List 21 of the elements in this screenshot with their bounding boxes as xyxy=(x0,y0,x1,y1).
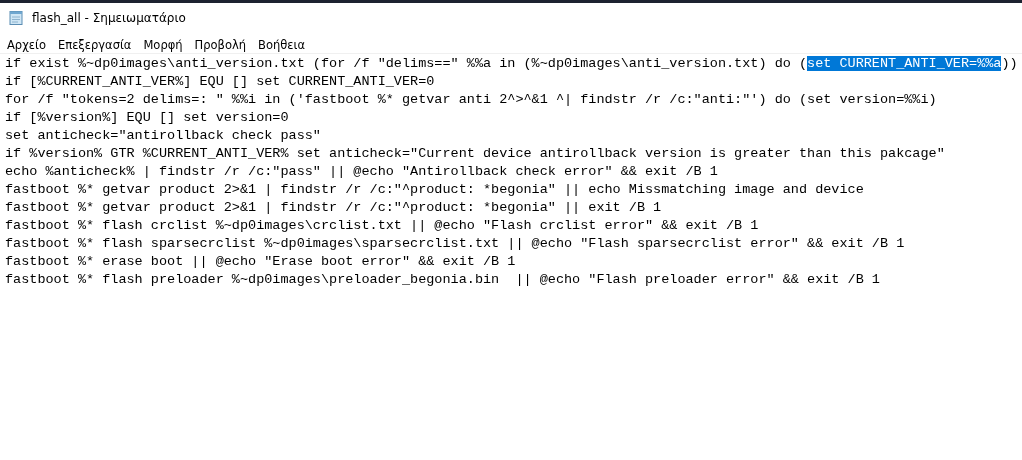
menu-item[interactable]: Μορφή xyxy=(143,36,183,53)
code-line: if [%CURRENT_ANTI_VER%] EQU [] set CURRENT_ANTI_VER=0 xyxy=(5,73,436,91)
code-line: fastboot %* flash preloader %~dp0images\preloader_begonia.bin || @echo "Flash preloader error" && exit /B 1 xyxy=(5,271,881,289)
selected-text: set CURRENT_ANTI_VER=%%a xyxy=(807,56,1002,71)
code-line: echo %anticheck% | findstr /r /c:"pass" || @echo "Antirollback check error" && exit /B 1 xyxy=(5,163,719,181)
code-line: fastboot %* flash crclist %~dp0images\crclist.txt || @echo "Flash crclist error" && exit /B 1 xyxy=(5,217,760,235)
menu-item[interactable]: Αρχείο xyxy=(7,36,46,53)
code-line: if exist %~dp0images\anti_version.txt (for /f "delims==" %%a in (%~dp0images\anti_version.txt) do (set CURRENT_ANTI_VER=%%a)) xyxy=(5,55,1019,73)
code-line: if [%version%] EQU [] set version=0 xyxy=(5,109,290,127)
notepad-icon xyxy=(8,10,24,26)
menu-item[interactable]: Προβολή xyxy=(194,36,247,53)
code-line: fastboot %* erase boot || @echo "Erase boot error" && exit /B 1 xyxy=(5,253,517,271)
code-line: fastboot %* getvar product 2>&1 | findstr /r /c:"^product: *begonia" || echo Missmatching image and device xyxy=(5,181,865,199)
menu-item[interactable]: Επεξεργασία xyxy=(57,36,132,53)
code-line: fastboot %* getvar product 2>&1 | findstr /r /c:"^product: *begonia" || exit /B 1 xyxy=(5,199,663,217)
menu-item[interactable]: Βοήθεια xyxy=(258,36,305,53)
code-line: fastboot %* flash sparsecrclist %~dp0images\sparsecrclist.txt || @echo "Flash sparsecrclist error" && exit /B 1 xyxy=(5,235,906,253)
code-line: if %version% GTR %CURRENT_ANTI_VER% set anticheck="Current device antirollback version is greater than this pakcage" xyxy=(5,145,946,163)
code-line: for /f "tokens=2 delims=: " %%i in ('fastboot %* getvar anti 2^>^&1 ^| findstr /r /c:"anti:"') do (set version=%%i) xyxy=(5,91,938,109)
window-title: flash_all - Σημειωματάριο xyxy=(32,11,186,25)
code-line: set anticheck="antirollback check pass" xyxy=(5,127,322,145)
